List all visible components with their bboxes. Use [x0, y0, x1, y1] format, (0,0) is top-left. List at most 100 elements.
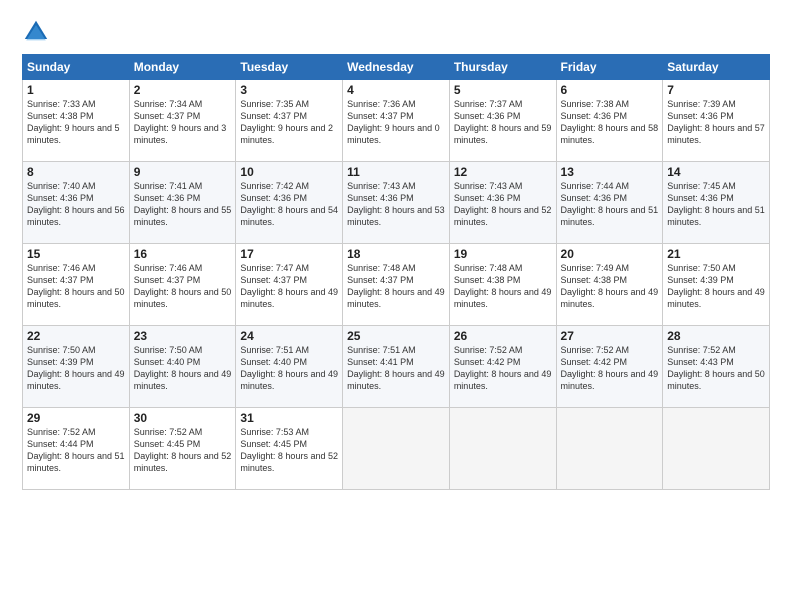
calendar-cell: [663, 408, 770, 490]
day-number: 30: [134, 411, 232, 425]
day-number: 4: [347, 83, 445, 97]
day-number: 5: [454, 83, 552, 97]
calendar-cell: 11 Sunrise: 7:43 AMSunset: 4:36 PMDayligh…: [343, 162, 450, 244]
cell-details: Sunrise: 7:38 AMSunset: 4:36 PMDaylight:…: [561, 99, 659, 145]
calendar-cell: 18 Sunrise: 7:48 AMSunset: 4:37 PMDayligh…: [343, 244, 450, 326]
day-number: 9: [134, 165, 232, 179]
col-saturday: Saturday: [663, 55, 770, 80]
cell-details: Sunrise: 7:51 AMSunset: 4:40 PMDaylight:…: [240, 345, 338, 391]
cell-details: Sunrise: 7:40 AMSunset: 4:36 PMDaylight:…: [27, 181, 125, 227]
calendar-cell: 1Sunrise: 7:33 AMSunset: 4:38 PMDaylight…: [23, 80, 130, 162]
cell-details: Sunrise: 7:50 AMSunset: 4:40 PMDaylight:…: [134, 345, 232, 391]
cell-details: Sunrise: 7:33 AMSunset: 4:38 PMDaylight:…: [27, 99, 120, 145]
cell-details: Sunrise: 7:46 AMSunset: 4:37 PMDaylight:…: [27, 263, 125, 309]
calendar-cell: 16 Sunrise: 7:46 AMSunset: 4:37 PMDayligh…: [129, 244, 236, 326]
day-number: 31: [240, 411, 338, 425]
calendar-cell: 14Sunrise: 7:45 AMSunset: 4:36 PMDayligh…: [663, 162, 770, 244]
logo-icon: [22, 18, 50, 46]
cell-details: Sunrise: 7:49 AMSunset: 4:38 PMDaylight:…: [561, 263, 659, 309]
day-number: 17: [240, 247, 338, 261]
cell-details: Sunrise: 7:47 AMSunset: 4:37 PMDaylight:…: [240, 263, 338, 309]
calendar-cell: 13 Sunrise: 7:44 AMSunset: 4:36 PMDayligh…: [556, 162, 663, 244]
day-number: 7: [667, 83, 765, 97]
calendar-cell: 12 Sunrise: 7:43 AMSunset: 4:36 PMDayligh…: [449, 162, 556, 244]
col-monday: Monday: [129, 55, 236, 80]
cell-details: Sunrise: 7:43 AMSunset: 4:36 PMDaylight:…: [347, 181, 445, 227]
calendar-cell: 2 Sunrise: 7:34 AMSunset: 4:37 PMDaylight…: [129, 80, 236, 162]
logo: [22, 18, 54, 46]
col-thursday: Thursday: [449, 55, 556, 80]
calendar-cell: 23 Sunrise: 7:50 AMSunset: 4:40 PMDayligh…: [129, 326, 236, 408]
cell-details: Sunrise: 7:50 AMSunset: 4:39 PMDaylight:…: [667, 263, 765, 309]
cell-details: Sunrise: 7:44 AMSunset: 4:36 PMDaylight:…: [561, 181, 659, 227]
day-number: 13: [561, 165, 659, 179]
calendar-cell: 30Sunrise: 7:52 AMSunset: 4:45 PMDayligh…: [129, 408, 236, 490]
cell-details: Sunrise: 7:50 AMSunset: 4:39 PMDaylight:…: [27, 345, 125, 391]
cell-details: Sunrise: 7:52 AMSunset: 4:44 PMDaylight:…: [27, 427, 125, 473]
header-row: Sunday Monday Tuesday Wednesday Thursday…: [23, 55, 770, 80]
calendar-cell: 20 Sunrise: 7:49 AMSunset: 4:38 PMDayligh…: [556, 244, 663, 326]
calendar-cell: 4 Sunrise: 7:36 AMSunset: 4:37 PMDaylight…: [343, 80, 450, 162]
calendar-cell: [449, 408, 556, 490]
cell-details: Sunrise: 7:53 AMSunset: 4:45 PMDaylight:…: [240, 427, 338, 473]
cell-details: Sunrise: 7:35 AMSunset: 4:37 PMDaylight:…: [240, 99, 333, 145]
calendar-cell: 8 Sunrise: 7:40 AMSunset: 4:36 PMDaylight…: [23, 162, 130, 244]
cell-details: Sunrise: 7:52 AMSunset: 4:42 PMDaylight:…: [561, 345, 659, 391]
calendar-cell: 28Sunrise: 7:52 AMSunset: 4:43 PMDayligh…: [663, 326, 770, 408]
calendar-cell: 21Sunrise: 7:50 AMSunset: 4:39 PMDayligh…: [663, 244, 770, 326]
cell-details: Sunrise: 7:37 AMSunset: 4:36 PMDaylight:…: [454, 99, 552, 145]
day-number: 26: [454, 329, 552, 343]
day-number: 20: [561, 247, 659, 261]
day-number: 8: [27, 165, 125, 179]
day-number: 25: [347, 329, 445, 343]
day-number: 10: [240, 165, 338, 179]
calendar-cell: [556, 408, 663, 490]
calendar-cell: 3 Sunrise: 7:35 AMSunset: 4:37 PMDaylight…: [236, 80, 343, 162]
day-number: 29: [27, 411, 125, 425]
calendar-cell: 22 Sunrise: 7:50 AMSunset: 4:39 PMDayligh…: [23, 326, 130, 408]
day-number: 2: [134, 83, 232, 97]
cell-details: Sunrise: 7:48 AMSunset: 4:37 PMDaylight:…: [347, 263, 445, 309]
cell-details: Sunrise: 7:46 AMSunset: 4:37 PMDaylight:…: [134, 263, 232, 309]
calendar-cell: 19Sunrise: 7:48 AMSunset: 4:38 PMDayligh…: [449, 244, 556, 326]
page: Sunday Monday Tuesday Wednesday Thursday…: [0, 0, 792, 612]
header: [22, 18, 770, 46]
col-tuesday: Tuesday: [236, 55, 343, 80]
cell-details: Sunrise: 7:51 AMSunset: 4:41 PMDaylight:…: [347, 345, 445, 391]
col-friday: Friday: [556, 55, 663, 80]
cell-details: Sunrise: 7:36 AMSunset: 4:37 PMDaylight:…: [347, 99, 440, 145]
calendar-cell: 26 Sunrise: 7:52 AMSunset: 4:42 PMDayligh…: [449, 326, 556, 408]
week-row-2: 8 Sunrise: 7:40 AMSunset: 4:36 PMDaylight…: [23, 162, 770, 244]
calendar-cell: 24Sunrise: 7:51 AMSunset: 4:40 PMDayligh…: [236, 326, 343, 408]
day-number: 22: [27, 329, 125, 343]
day-number: 3: [240, 83, 338, 97]
day-number: 27: [561, 329, 659, 343]
calendar-cell: 5 Sunrise: 7:37 AMSunset: 4:36 PMDaylight…: [449, 80, 556, 162]
col-sunday: Sunday: [23, 55, 130, 80]
cell-details: Sunrise: 7:39 AMSunset: 4:36 PMDaylight:…: [667, 99, 765, 145]
cell-details: Sunrise: 7:34 AMSunset: 4:37 PMDaylight:…: [134, 99, 227, 145]
cell-details: Sunrise: 7:52 AMSunset: 4:43 PMDaylight:…: [667, 345, 765, 391]
calendar-cell: 27 Sunrise: 7:52 AMSunset: 4:42 PMDayligh…: [556, 326, 663, 408]
week-row-5: 29 Sunrise: 7:52 AMSunset: 4:44 PMDayligh…: [23, 408, 770, 490]
week-row-4: 22 Sunrise: 7:50 AMSunset: 4:39 PMDayligh…: [23, 326, 770, 408]
calendar-cell: 10Sunrise: 7:42 AMSunset: 4:36 PMDayligh…: [236, 162, 343, 244]
calendar-cell: 7 Sunrise: 7:39 AMSunset: 4:36 PMDaylight…: [663, 80, 770, 162]
calendar-cell: 17 Sunrise: 7:47 AMSunset: 4:37 PMDayligh…: [236, 244, 343, 326]
calendar-cell: 9Sunrise: 7:41 AMSunset: 4:36 PMDaylight…: [129, 162, 236, 244]
day-number: 6: [561, 83, 659, 97]
cell-details: Sunrise: 7:43 AMSunset: 4:36 PMDaylight:…: [454, 181, 552, 227]
day-number: 16: [134, 247, 232, 261]
day-number: 19: [454, 247, 552, 261]
calendar-table: Sunday Monday Tuesday Wednesday Thursday…: [22, 54, 770, 490]
day-number: 23: [134, 329, 232, 343]
day-number: 11: [347, 165, 445, 179]
week-row-3: 15Sunrise: 7:46 AMSunset: 4:37 PMDayligh…: [23, 244, 770, 326]
day-number: 12: [454, 165, 552, 179]
calendar-cell: 31 Sunrise: 7:53 AMSunset: 4:45 PMDayligh…: [236, 408, 343, 490]
calendar-cell: [343, 408, 450, 490]
calendar-cell: 29 Sunrise: 7:52 AMSunset: 4:44 PMDayligh…: [23, 408, 130, 490]
day-number: 18: [347, 247, 445, 261]
calendar-cell: 15Sunrise: 7:46 AMSunset: 4:37 PMDayligh…: [23, 244, 130, 326]
cell-details: Sunrise: 7:52 AMSunset: 4:42 PMDaylight:…: [454, 345, 552, 391]
